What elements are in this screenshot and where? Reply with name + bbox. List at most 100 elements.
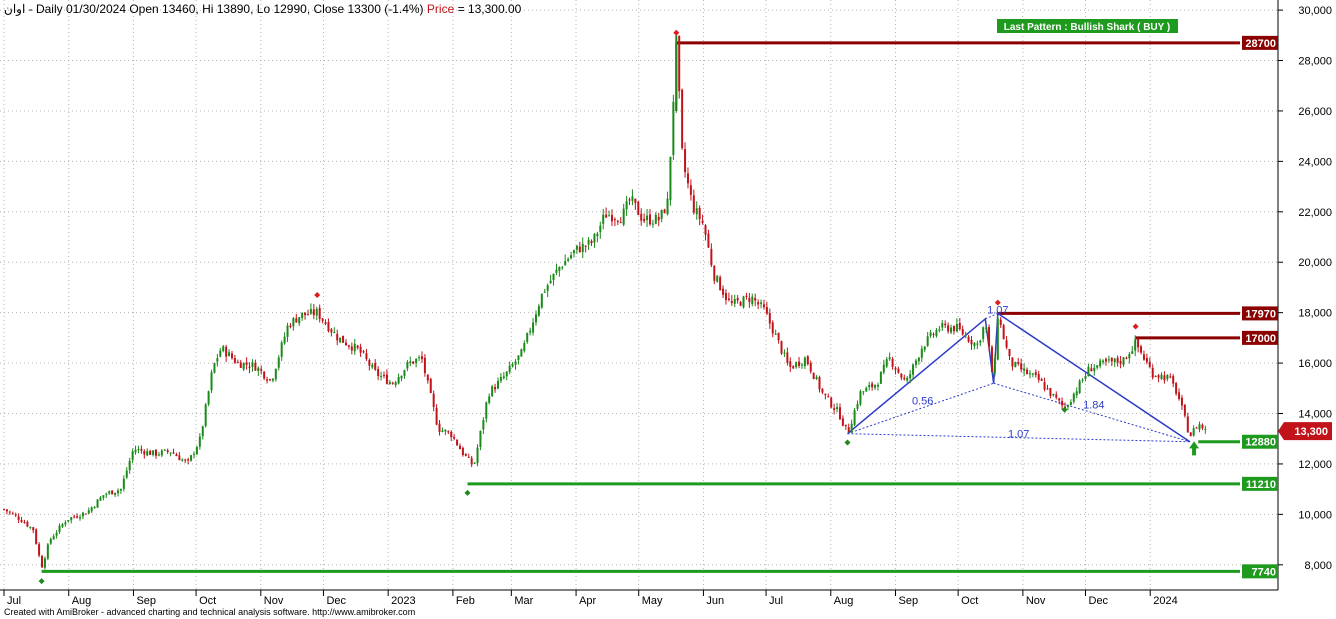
candle-body	[520, 349, 523, 357]
level-label-17970: 17970	[1245, 308, 1276, 320]
x-tick-label: Dec	[1089, 595, 1109, 607]
candle-body	[1090, 368, 1093, 372]
candle-body	[377, 369, 380, 377]
candle-body	[932, 333, 935, 335]
candle-body	[1140, 346, 1143, 353]
candle-body	[181, 459, 184, 461]
candle-body	[602, 214, 605, 224]
level-label-28700: 28700	[1245, 38, 1276, 50]
candle-body	[654, 214, 657, 224]
candle-body	[342, 335, 345, 343]
candle-body	[365, 353, 368, 360]
candle-body	[1005, 340, 1008, 348]
candle-body	[806, 356, 809, 365]
x-tick-label: Jul	[7, 595, 21, 607]
candle-body	[710, 248, 713, 266]
candle-body	[760, 302, 763, 304]
x-tick-label: Oct	[961, 595, 978, 607]
candle-body	[768, 313, 771, 324]
candle-body	[391, 382, 394, 384]
candle-body	[5, 509, 8, 512]
candle-body	[190, 455, 193, 461]
candle-body	[564, 260, 567, 266]
candle-body	[660, 210, 663, 219]
candle-body	[985, 327, 988, 329]
candle-body	[891, 358, 894, 367]
candle-body	[885, 359, 888, 367]
candle-body	[17, 516, 20, 520]
candle-body	[394, 382, 397, 386]
candle-body	[385, 374, 388, 384]
candle-body	[119, 488, 122, 491]
pattern-ratio-line	[847, 382, 994, 435]
x-tick-label: Sep	[136, 595, 156, 607]
grid-layer	[0, 0, 1278, 590]
candle-body	[903, 377, 906, 380]
candle-body	[757, 302, 760, 305]
candle-body	[1154, 376, 1157, 378]
candle-body	[382, 375, 385, 377]
candle-body	[1116, 357, 1119, 363]
candle-body	[724, 292, 727, 300]
candle-body	[917, 357, 920, 362]
y-tick-label: 18,000	[1298, 308, 1332, 320]
candle-body	[771, 322, 774, 334]
candle-body	[64, 522, 67, 525]
candle-body	[879, 371, 882, 384]
candle-body	[681, 89, 684, 148]
candle-body	[926, 336, 929, 346]
candle-body	[1046, 388, 1049, 390]
candle-body	[648, 214, 651, 225]
candle-body	[634, 198, 637, 203]
candle-body	[897, 368, 900, 373]
candle-body	[73, 516, 76, 518]
candle-body	[561, 267, 564, 269]
candle-body	[102, 495, 105, 498]
candle-body	[134, 449, 137, 453]
x-tick-label: Feb	[456, 595, 475, 607]
candle-body	[1096, 365, 1099, 368]
x-tick-label: Nov	[264, 595, 284, 607]
candle-body	[947, 325, 950, 332]
candle-body	[35, 529, 38, 545]
candle-body	[780, 341, 783, 354]
candle-body	[637, 201, 640, 216]
candle-body	[704, 225, 707, 235]
chart-svg[interactable]: 1.07 0.56 1.84 1.07 8,000 10,000 12,000 14,000…	[0, 0, 1336, 619]
candle-body	[610, 214, 613, 222]
candle-body	[593, 233, 596, 243]
candle-body	[540, 293, 543, 308]
candle-body	[935, 330, 938, 337]
candle-body	[166, 450, 169, 452]
candle-body	[587, 239, 590, 245]
candle-body	[850, 423, 853, 433]
candle-body	[111, 490, 114, 495]
candle-body	[549, 280, 552, 284]
candle-body	[43, 558, 46, 568]
candle-body	[137, 448, 140, 451]
candle-body	[686, 173, 689, 184]
candle-body	[996, 318, 999, 360]
candle-body	[751, 296, 754, 305]
y-tick-label: 30,000	[1298, 5, 1332, 17]
candle-body	[286, 325, 289, 337]
candle-body	[537, 306, 540, 316]
candle-body	[55, 532, 58, 536]
x-tick-label: Aug	[834, 595, 854, 607]
candle-body	[838, 407, 841, 420]
candle-body	[923, 346, 926, 350]
candle-body	[485, 402, 488, 419]
candle-body	[701, 220, 704, 223]
candle-body	[105, 493, 108, 495]
candle-body	[1192, 428, 1195, 436]
y-tick-label: 14,000	[1298, 409, 1332, 421]
candle-body	[982, 327, 985, 339]
candle-body	[988, 327, 991, 347]
candle-body	[1055, 394, 1058, 398]
candle-body	[678, 35, 681, 92]
candle-body	[502, 376, 505, 379]
pattern-ratio-label: 1.07	[1008, 428, 1029, 440]
candle-body	[204, 404, 207, 426]
candle-body	[491, 386, 494, 397]
candle-body	[400, 375, 403, 379]
